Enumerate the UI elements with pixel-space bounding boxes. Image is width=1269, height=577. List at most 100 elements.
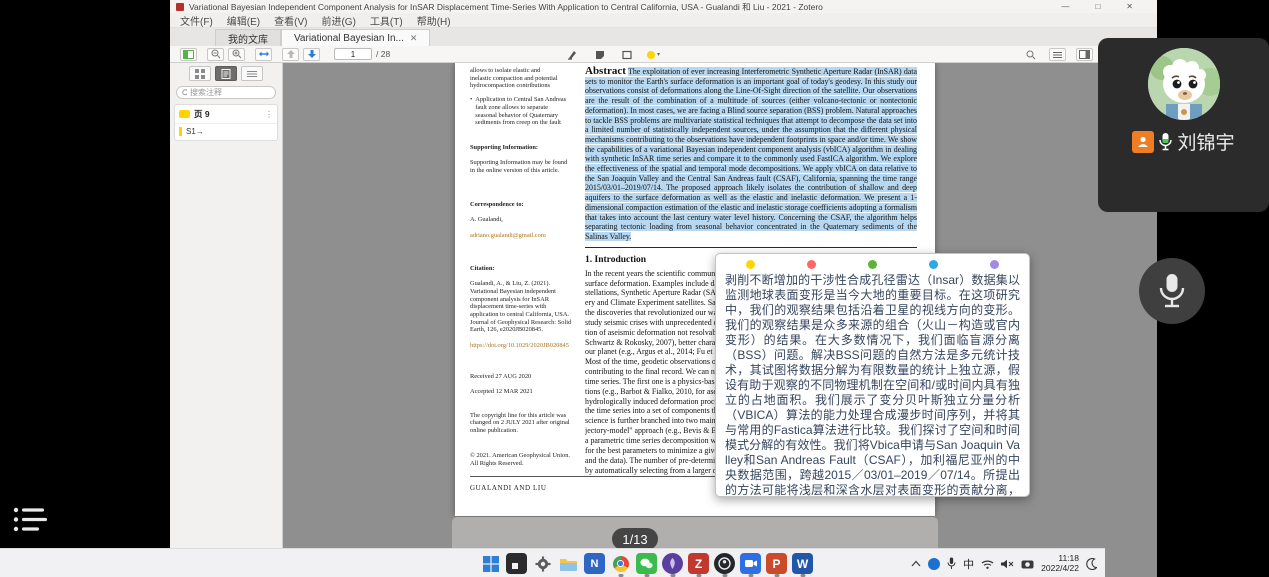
kebab-menu-icon[interactable]: ⋮ [265,110,273,119]
agu-copyright: © 2021. American Geophysical Union. All … [470,452,582,467]
magnifier-plus-icon [232,49,242,59]
thumbnails-view-button[interactable] [189,66,211,81]
citation: Citation: Gualandi, A., & Liu, Z. (2021)… [470,257,582,357]
color-green-dot[interactable] [868,260,877,269]
arrow-up-icon [286,49,296,59]
supporting-info: Supporting Information: Supporting Infor… [470,136,582,182]
color-yellow-dot[interactable] [746,260,755,269]
volume-muted-icon[interactable] [1001,559,1014,569]
menu-item-edit[interactable]: 编辑(E) [227,13,260,28]
app-window-icon [512,559,522,569]
ppt-letter: P [772,557,780,571]
tab-my-library[interactable]: 我的文库 [215,29,281,46]
tab-label: 我的文库 [228,31,268,46]
grid-icon [195,69,205,79]
outline-view-button[interactable] [241,66,263,81]
menu-item-file[interactable]: 文件(F) [180,13,213,28]
participant-video-tile: 刘锦宇 [1098,38,1269,212]
translation-popup: 剥削不断增加的干涉性合成孔径雷达（Insar）数据集以监测地球表面变形是当今大地… [715,253,1030,497]
search-icon [1026,50,1036,60]
note-tool-button[interactable] [591,48,608,61]
color-red-dot[interactable] [807,260,816,269]
page-number-input[interactable] [334,48,372,60]
fit-width-button[interactable] [255,48,272,61]
toggle-context-pane-button[interactable] [1076,48,1093,61]
annotation-page-icon [221,69,231,79]
annotation-tools-group: ▾ [562,46,664,63]
camera-icon[interactable] [1021,559,1034,569]
agenda-toggle-button[interactable] [12,505,48,540]
chat-bubbles-icon [640,558,653,569]
section-divider [585,247,917,248]
tab-close-icon[interactable]: ✕ [410,33,418,44]
taskbar-wechat[interactable] [636,553,657,574]
maximize-button[interactable]: □ [1095,2,1100,11]
start-button[interactable] [480,553,501,574]
zoom-out-button[interactable] [207,48,224,61]
page-down-button[interactable] [303,48,320,61]
abstract-highlighted-text[interactable]: The exploitation of ever increasing Inte… [585,67,917,241]
sidebar-icon [183,50,194,59]
highlight-tool-button[interactable] [564,48,581,61]
highlight-color-picker-button[interactable]: ▾ [645,48,662,61]
annotation-excerpt[interactable]: S1→ [175,123,277,140]
arrow-down-icon [307,49,317,59]
wifi-icon[interactable] [981,559,994,569]
participant-avatar [1148,48,1220,120]
annotation-search-box [176,86,276,99]
notification-moon-icon[interactable] [1086,558,1097,570]
zotero-letter: Z [695,557,702,571]
tray-mic-icon[interactable] [947,557,956,570]
color-blue-dot[interactable] [929,260,938,269]
abstract-label: Abstract [585,65,626,77]
taskbar-app-dark[interactable] [506,553,527,574]
taskbar-obs[interactable] [714,553,735,574]
gear-icon [535,556,551,572]
taskbar-notepad[interactable]: N [584,553,605,574]
toggle-sidebar-button[interactable] [180,48,197,61]
area-select-tool-button[interactable] [618,48,635,61]
taskbar-meeting[interactable] [740,553,761,574]
annotation-color-chip [179,110,190,118]
taskbar-zotero[interactable]: Z [688,553,709,574]
zotero-app-icon [176,3,184,11]
taskbar-chrome[interactable] [610,553,631,574]
ime-indicator[interactable]: 中 [963,556,974,572]
tab-pdf-reader[interactable]: Variational Bayesian In... ✕ [281,29,430,46]
zoom-in-button[interactable] [228,48,245,61]
page-up-button[interactable] [282,48,299,61]
window-titlebar: Variational Bayesian Independent Compone… [170,0,1157,13]
view-options-button[interactable] [1049,48,1066,61]
tray-app-icon[interactable] [928,558,940,570]
highlight-color-row [716,254,1029,270]
minimize-button[interactable]: — [1061,2,1069,11]
list-icon [247,70,257,78]
search-button[interactable] [1022,48,1039,61]
windows-logo-icon [483,556,499,572]
taskbar-app-purple[interactable] [662,553,683,574]
annotations-view-button[interactable] [215,66,237,81]
annotation-search-input[interactable] [190,88,270,97]
menu-bar: 文件(F) 编辑(E) 查看(V) 前进(G) 工具(T) 帮助(H) [170,13,1157,28]
sheep-cartoon-avatar [1148,48,1220,120]
taskbar-word[interactable]: W [792,553,813,574]
color-purple-dot[interactable] [990,260,999,269]
menu-item-view[interactable]: 查看(V) [274,13,307,28]
citation-doi-link[interactable]: https://doi.org/10.1029/2020JB020845 [470,342,582,350]
taskbar-file-explorer[interactable] [558,553,579,574]
correspondence-email-link[interactable]: adriano.gualandi@gmail.com [470,232,582,240]
tray-chevron-up-icon[interactable] [911,560,921,567]
close-button[interactable]: ✕ [1126,2,1133,11]
tray-clock[interactable]: 11:18 2022/4/22 [1041,554,1079,573]
translated-text: 剥削不断增加的干涉性合成孔径雷达（Insar）数据集以监测地球表面变形是当今大地… [716,270,1029,497]
microphone-button[interactable] [1139,258,1205,324]
menu-item-go[interactable]: 前进(G) [321,13,355,28]
annotation-card[interactable]: 页 9 ⋮ S1→ [174,104,278,141]
taskbar-settings[interactable] [532,553,553,574]
word-letter: W [797,557,808,571]
menu-item-help[interactable]: 帮助(H) [417,13,451,28]
correspondence: Correspondence to: A. Gualandi, adriano.… [470,193,582,247]
taskbar-powerpoint[interactable]: P [766,553,787,574]
pdf-toolbar: / 28 ▾ [170,46,1157,63]
menu-item-tools[interactable]: 工具(T) [370,13,403,28]
